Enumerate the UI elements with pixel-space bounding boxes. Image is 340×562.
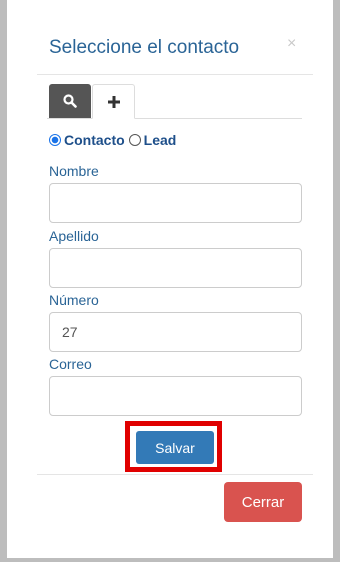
apellido-label: Apellido [49,228,99,244]
correo-input[interactable] [49,376,302,416]
radio-lead-label: Lead [143,132,177,148]
numero-input[interactable] [49,312,302,352]
nombre-input[interactable] [49,183,302,223]
tab-search[interactable] [49,84,91,118]
nombre-label: Nombre [49,163,99,179]
numero-label: Número [49,292,99,308]
window-border-right [333,0,340,562]
save-button[interactable]: Salvar [136,431,214,464]
window-border-left [0,0,7,562]
contact-type-radio-group: Contacto Lead [49,132,176,148]
tab-add-contact[interactable] [92,84,135,119]
screenshot-frame: Seleccione el contacto × Contacto Lead N… [0,0,340,562]
footer-divider [37,474,313,475]
close-icon[interactable]: × [287,35,296,53]
radio-contacto-label: Contacto [64,132,125,148]
close-button[interactable]: Cerrar [224,482,302,522]
tab-bar-divider [47,118,302,119]
window-border-bottom [0,558,340,562]
modal-title: Seleccione el contacto [49,37,240,58]
correo-label: Correo [49,356,92,372]
header-divider [37,74,313,75]
radio-lead[interactable] [128,134,141,146]
apellido-input[interactable] [49,248,302,288]
plus-icon [107,95,120,108]
search-icon [63,94,77,108]
radio-contacto[interactable] [49,134,61,146]
